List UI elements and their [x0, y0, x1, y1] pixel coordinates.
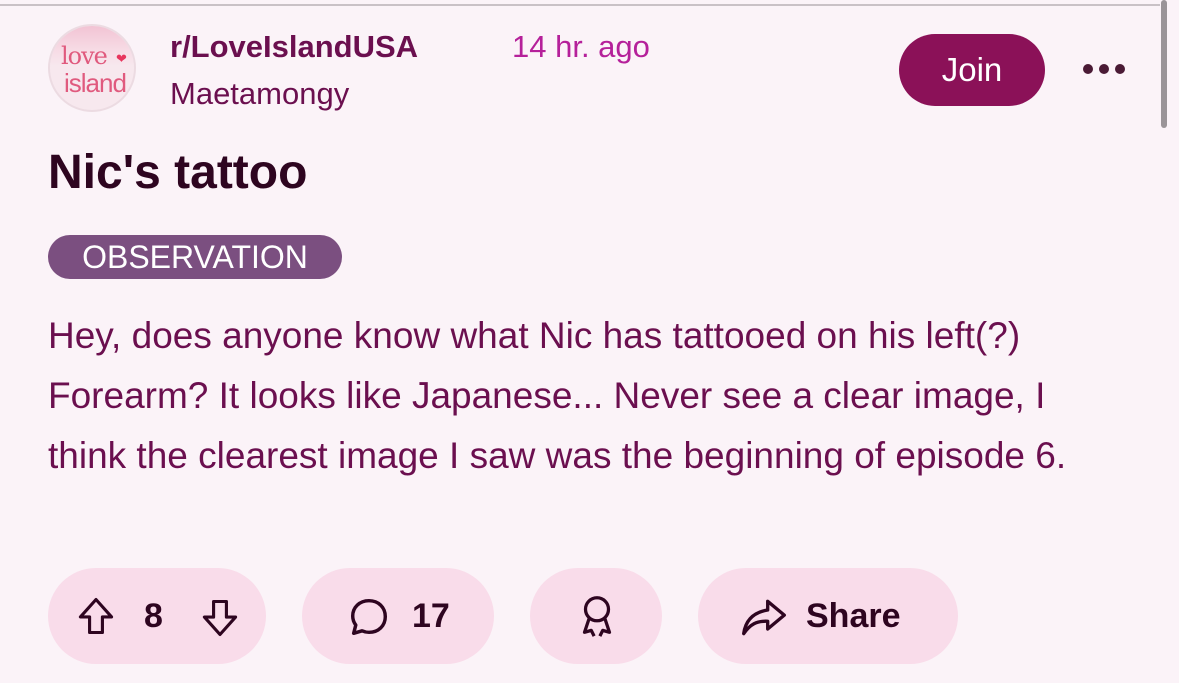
- subreddit-name[interactable]: r/LoveIslandUSA: [170, 29, 418, 65]
- vote-bar: 8: [48, 568, 266, 664]
- join-button[interactable]: Join: [899, 34, 1045, 106]
- post-title: Nic's tattoo: [48, 146, 308, 199]
- award-button[interactable]: [530, 568, 662, 664]
- award-icon: [582, 596, 612, 637]
- comments-button[interactable]: 17: [302, 568, 494, 664]
- comment-count: 17: [412, 597, 450, 635]
- share-label: Share: [806, 597, 901, 635]
- vote-count: 8: [144, 597, 163, 635]
- scrollbar[interactable]: [1161, 0, 1167, 128]
- avatar-love-text: love: [61, 42, 108, 70]
- share-button[interactable]: Share: [698, 568, 958, 664]
- author-name[interactable]: Maetamongy: [170, 76, 349, 112]
- upvote-icon[interactable]: [74, 594, 118, 638]
- post-time: 14 hr. ago: [512, 29, 650, 64]
- comment-icon: [350, 598, 388, 636]
- top-divider: [0, 4, 1160, 6]
- downvote-icon[interactable]: [198, 596, 242, 640]
- avatar-island-text: island: [64, 68, 127, 98]
- more-icon[interactable]: [1083, 64, 1125, 76]
- post-flair[interactable]: OBSERVATION: [48, 235, 342, 279]
- post-body: Hey, does anyone know what Nic has tatto…: [48, 315, 1067, 476]
- heart-icon: ❤: [116, 51, 127, 66]
- subreddit-avatar[interactable]: love ❤ island: [48, 24, 136, 112]
- share-icon: [742, 599, 786, 636]
